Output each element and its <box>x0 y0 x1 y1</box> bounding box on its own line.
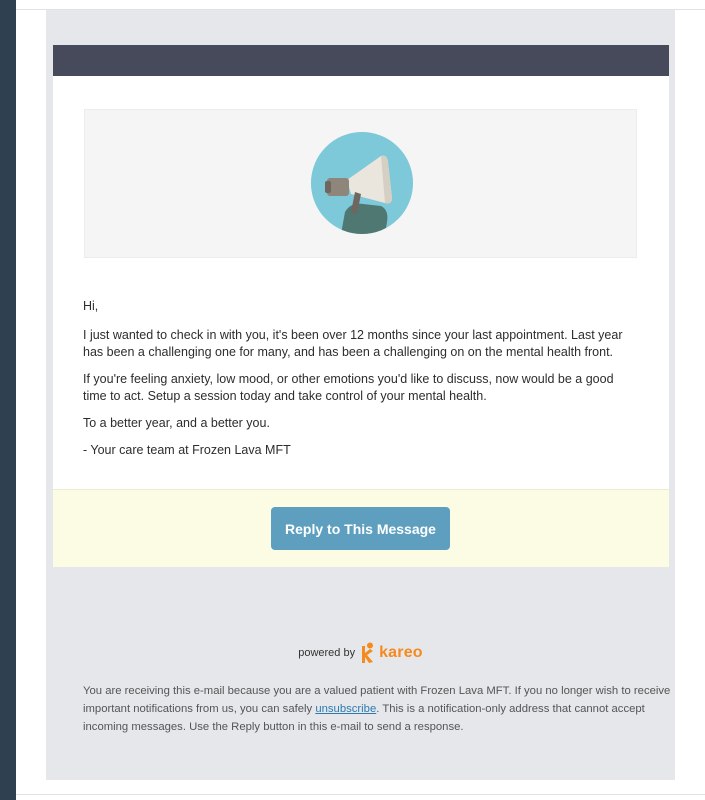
greeting: Hi, <box>83 299 99 313</box>
email-container: Hi, I just wanted to check in with you, … <box>46 10 675 780</box>
window-edge <box>0 0 16 800</box>
paragraph-call-to-action: If you're feeling anxiety, low mood, or … <box>83 372 614 403</box>
unsubscribe-link[interactable]: unsubscribe <box>315 703 376 715</box>
powered-by: powered by kareo <box>46 638 675 668</box>
footer-notice: You are receiving this e-mail because yo… <box>83 682 677 736</box>
email-card: Hi, I just wanted to check in with you, … <box>53 45 669 567</box>
bottom-divider <box>16 794 705 795</box>
reply-band: Reply to This Message <box>53 489 669 567</box>
paragraph-closing: To a better year, and a better you. <box>83 416 270 430</box>
reply-button[interactable]: Reply to This Message <box>271 507 450 550</box>
hero-banner <box>84 109 637 258</box>
powered-by-label: powered by <box>298 647 356 659</box>
paragraph-check-in: I just wanted to check in with you, it's… <box>83 328 623 359</box>
megaphone-icon <box>311 132 413 234</box>
signature: - Your care team at Frozen Lava MFT <box>83 443 291 457</box>
email-body: Hi, I just wanted to check in with you, … <box>53 258 669 489</box>
kareo-logo-icon <box>359 642 375 664</box>
email-header-bar <box>53 45 669 76</box>
page: Hi, I just wanted to check in with you, … <box>0 0 705 800</box>
kareo-brand: kareo <box>379 644 423 661</box>
